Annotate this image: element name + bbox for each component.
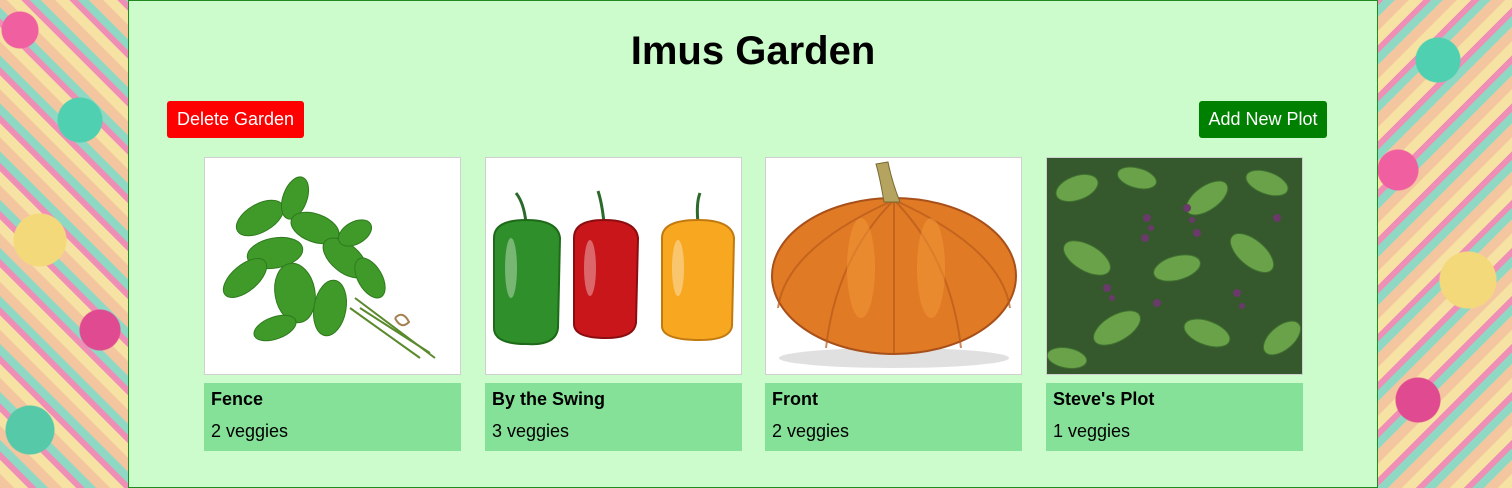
plot-name: Fence [211,389,264,409]
plot-card[interactable]: Fence 2 veggies [204,157,461,451]
plot-name: Front [772,389,818,409]
plot-veggie-count: 3 veggies [492,421,570,441]
plot-name: By the Swing [492,389,606,409]
delete-garden-button[interactable]: Delete Garden [167,101,304,138]
plot-card[interactable]: Front 2 veggies [765,157,1022,451]
plot-card[interactable]: Steve's Plot 1 veggies [1046,157,1303,451]
plot-card[interactable]: By the Swing 3 veggies [485,157,742,451]
plot-veggie-count: 2 veggies [211,421,289,441]
add-new-plot-button[interactable]: Add New Plot [1199,101,1327,138]
plot-info: By the Swing 3 veggies [485,383,742,451]
garden-panel: Imus Garden Delete Garden Add New Plot F… [128,0,1378,488]
basil-plant-image[interactable] [1046,157,1303,375]
plot-name: Steve's Plot [1053,389,1155,409]
plot-info: Front 2 veggies [765,383,1022,451]
bell-peppers-image[interactable] [485,157,742,375]
basil-image[interactable] [204,157,461,375]
plot-info: Steve's Plot 1 veggies [1046,383,1303,451]
plot-info: Fence 2 veggies [204,383,461,451]
plot-veggie-count: 2 veggies [772,421,850,441]
pumpkin-image[interactable] [765,157,1022,375]
plot-veggie-count: 1 veggies [1053,421,1131,441]
page-title: Imus Garden [630,29,876,73]
paisley-background-right [1378,0,1512,488]
